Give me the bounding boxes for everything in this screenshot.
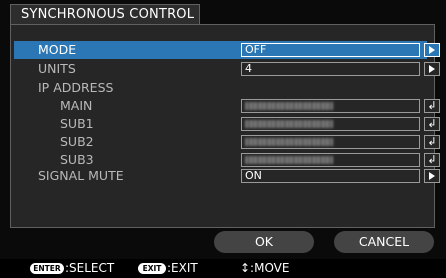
ip-sub2-row[interactable]: SUB2 ↲ bbox=[14, 133, 440, 151]
obscured-ip-value bbox=[245, 102, 333, 110]
footer-exit-text: :EXIT bbox=[167, 261, 198, 275]
mode-arrow-button[interactable] bbox=[424, 43, 440, 57]
enter-return-icon: ↲ bbox=[427, 99, 437, 112]
mode-label: MODE bbox=[38, 42, 77, 57]
ip-address-heading-row: IP ADDRESS bbox=[14, 79, 427, 97]
enter-key-badge: ENTER bbox=[30, 263, 64, 274]
ip-sub1-field[interactable] bbox=[241, 117, 420, 131]
ok-button[interactable]: OK bbox=[214, 231, 314, 253]
ip-main-label: MAIN bbox=[60, 98, 93, 113]
ip-sub2-label: SUB2 bbox=[60, 134, 94, 149]
ip-main-enter-button[interactable]: ↲ bbox=[424, 99, 440, 113]
obscured-ip-value bbox=[245, 138, 333, 146]
signal-mute-arrow-button[interactable] bbox=[424, 169, 440, 183]
enter-return-icon: ↲ bbox=[427, 117, 437, 130]
obscured-ip-value bbox=[245, 120, 333, 128]
ip-sub3-enter-button[interactable]: ↲ bbox=[424, 153, 440, 167]
cancel-button[interactable]: CANCEL bbox=[334, 231, 434, 253]
units-label: UNITS bbox=[38, 61, 76, 76]
signal-mute-label: SIGNAL MUTE bbox=[38, 168, 124, 183]
triangle-right-icon bbox=[429, 65, 435, 73]
ip-sub2-enter-button[interactable]: ↲ bbox=[424, 135, 440, 149]
dialog-title: SYNCHRONOUS CONTROL bbox=[10, 4, 200, 24]
units-arrow-button[interactable] bbox=[424, 62, 440, 76]
units-row[interactable]: UNITS 4 bbox=[14, 60, 440, 78]
obscured-ip-value bbox=[245, 156, 333, 164]
footer-help-bar: ENTER :SELECT EXIT :EXIT ↕:MOVE bbox=[0, 259, 446, 278]
signal-mute-value[interactable]: ON bbox=[241, 169, 420, 183]
ip-sub1-enter-button[interactable]: ↲ bbox=[424, 117, 440, 131]
ip-sub1-label: SUB1 bbox=[60, 116, 94, 131]
ip-main-field[interactable] bbox=[241, 99, 420, 113]
exit-key-badge: EXIT bbox=[138, 263, 166, 274]
mode-row[interactable]: MODE OFF bbox=[14, 41, 440, 59]
ip-sub3-field[interactable] bbox=[241, 153, 420, 167]
triangle-right-icon bbox=[429, 46, 435, 54]
signal-mute-row[interactable]: SIGNAL MUTE ON bbox=[14, 167, 440, 185]
units-value[interactable]: 4 bbox=[241, 62, 420, 76]
ip-sub1-row[interactable]: SUB1 ↲ bbox=[14, 115, 440, 133]
enter-return-icon: ↲ bbox=[427, 135, 437, 148]
enter-return-icon: ↲ bbox=[427, 153, 437, 166]
ip-sub2-field[interactable] bbox=[241, 135, 420, 149]
ip-address-heading: IP ADDRESS bbox=[38, 80, 114, 95]
triangle-right-icon bbox=[429, 172, 435, 180]
footer-move-text: ↕:MOVE bbox=[240, 261, 290, 275]
footer-select-text: :SELECT bbox=[65, 261, 115, 275]
ip-main-row[interactable]: MAIN ↲ bbox=[14, 97, 440, 115]
mode-value[interactable]: OFF bbox=[241, 43, 420, 57]
